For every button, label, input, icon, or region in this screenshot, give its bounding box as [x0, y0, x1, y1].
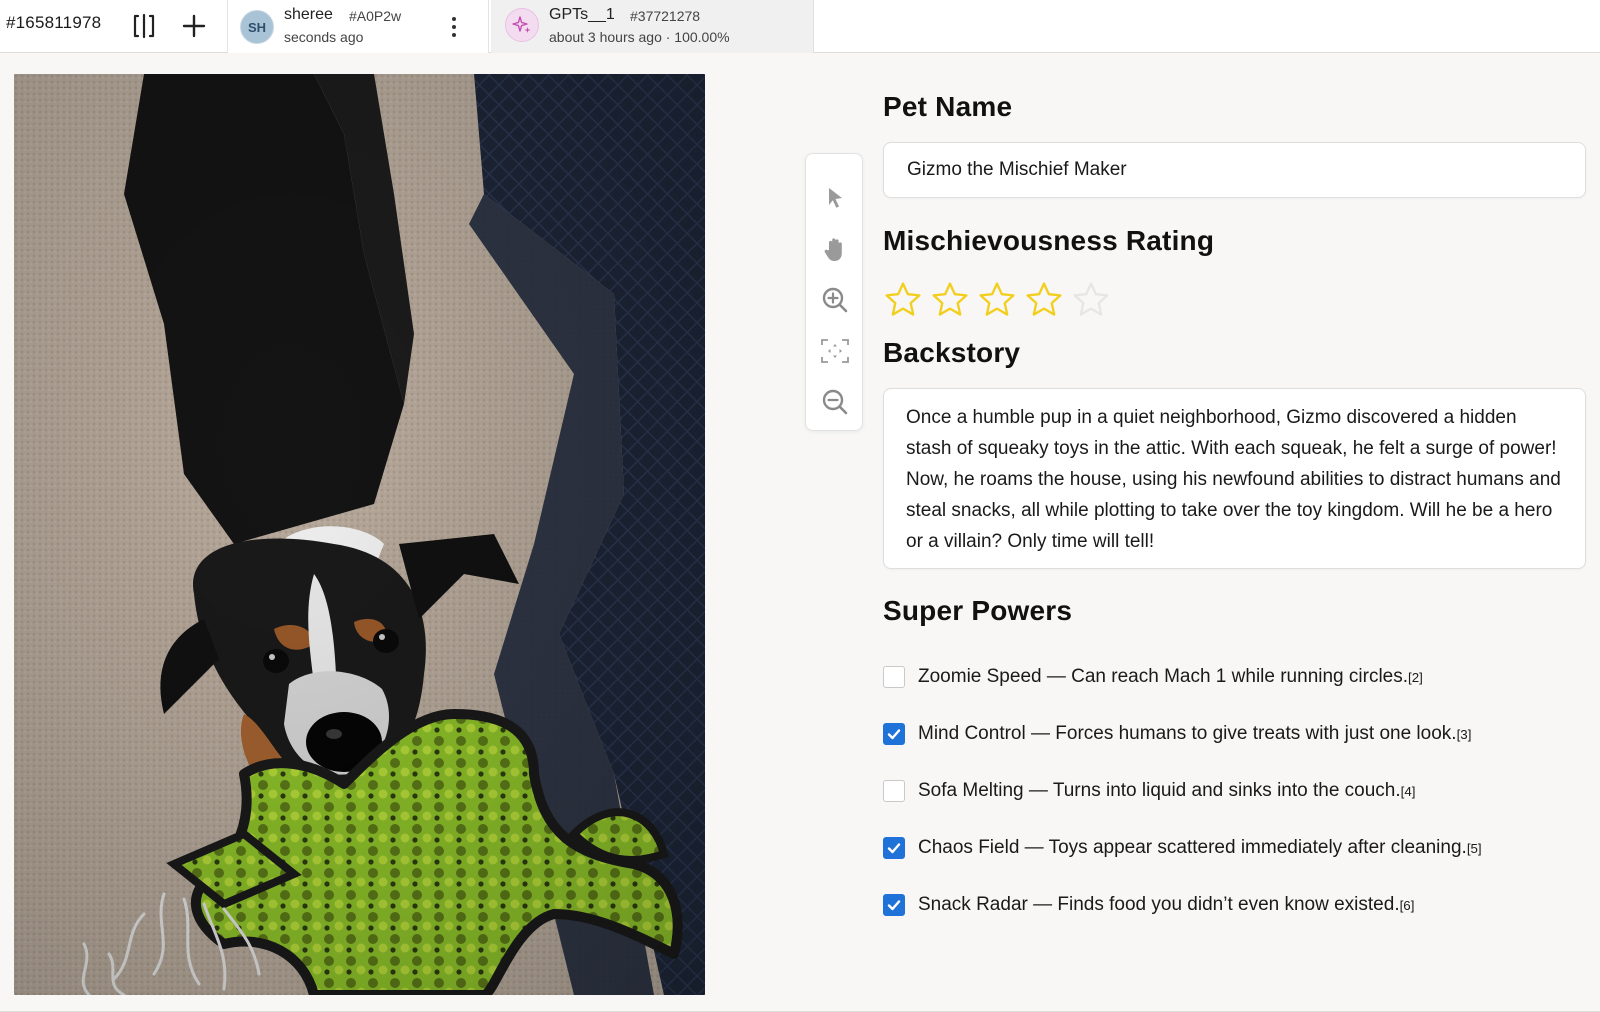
tab-gpts[interactable]: GPTs__1 #37721278 about 3 hours ago · 10… [491, 0, 814, 53]
fit-screen-icon[interactable] [819, 335, 851, 367]
checkbox-unchecked[interactable] [883, 666, 905, 688]
super-power-label: Chaos Field — Toys appear scattered imme… [918, 837, 1467, 858]
pet-name-heading: Pet Name [883, 91, 1013, 122]
image-toolbar [805, 153, 863, 431]
star-filled-icon[interactable] [881, 278, 925, 322]
sparkle-icon [505, 8, 539, 42]
checkmark-icon [887, 729, 901, 740]
star-filled-icon[interactable] [928, 278, 972, 322]
checkbox-unchecked[interactable] [883, 780, 905, 802]
tab-model-name: GPTs__1 [549, 6, 615, 23]
dog-photo [14, 74, 705, 995]
citation-ref[interactable]: [4] [1401, 784, 1416, 799]
pet-name-input[interactable]: Gizmo the Mischief Maker [883, 142, 1586, 198]
star-rating[interactable] [881, 278, 1113, 322]
super-powers-heading: Super Powers [883, 595, 1073, 626]
hand-icon[interactable] [819, 234, 851, 266]
citation-ref[interactable]: [5] [1467, 841, 1482, 856]
super-power-label: Mind Control — Forces humans to give tre… [918, 723, 1457, 744]
backstory-heading: Backstory [883, 337, 1021, 368]
super-power-label: Sofa Melting — Turns into liquid and sin… [918, 780, 1401, 801]
tab-user-name: sheree [284, 6, 333, 23]
kebab-menu-icon[interactable] [441, 13, 467, 41]
super-power-label: Zoomie Speed — Can reach Mach 1 while ru… [918, 666, 1409, 687]
plus-icon[interactable] [177, 9, 211, 43]
backstory-textarea[interactable]: Once a humble pup in a quiet neighborhoo… [883, 388, 1586, 569]
super-power-item[interactable]: Mind Control — Forces humans to give tre… [883, 721, 1471, 747]
checkbox-checked[interactable] [883, 894, 905, 916]
star-empty-icon[interactable] [1069, 278, 1113, 322]
task-id: #165811978 [6, 13, 102, 32]
super-power-label: Snack Radar — Finds food you didn’t even… [918, 894, 1400, 915]
tab-subtitle: seconds ago [284, 29, 364, 45]
rating-heading: Mischievousness Rating [883, 225, 1215, 256]
checkmark-icon [887, 843, 901, 854]
citation-ref[interactable]: [2] [1408, 670, 1423, 685]
tab-user-hash: #A0P2w [349, 8, 402, 24]
star-filled-icon[interactable] [975, 278, 1019, 322]
tab-subtitle: about 3 hours ago · 100.00% [549, 29, 730, 45]
super-power-item[interactable]: Sofa Melting — Turns into liquid and sin… [883, 778, 1415, 804]
pointer-icon[interactable] [819, 182, 851, 214]
tab-model-hash: #37721278 [630, 8, 701, 24]
checkbox-checked[interactable] [883, 723, 905, 745]
avatar: SH [240, 10, 274, 44]
top-bar: #165811978 SH sheree #A0P2w seconds ago … [0, 0, 1600, 53]
super-power-item[interactable]: Snack Radar — Finds food you didn’t even… [883, 892, 1414, 918]
dog-illustration [14, 74, 705, 995]
zoom-in-icon[interactable] [819, 284, 851, 316]
tab-sheree[interactable]: SH sheree #A0P2w seconds ago [227, 0, 489, 53]
checkmark-icon [887, 900, 901, 911]
split-view-icon[interactable] [127, 9, 161, 43]
super-power-item[interactable]: Chaos Field — Toys appear scattered imme… [883, 835, 1482, 861]
star-filled-icon[interactable] [1022, 278, 1066, 322]
super-power-item[interactable]: Zoomie Speed — Can reach Mach 1 while ru… [883, 664, 1423, 690]
citation-ref[interactable]: [6] [1400, 898, 1415, 913]
citation-ref[interactable]: [3] [1457, 727, 1472, 742]
zoom-out-icon[interactable] [819, 386, 851, 418]
checkbox-checked[interactable] [883, 837, 905, 859]
